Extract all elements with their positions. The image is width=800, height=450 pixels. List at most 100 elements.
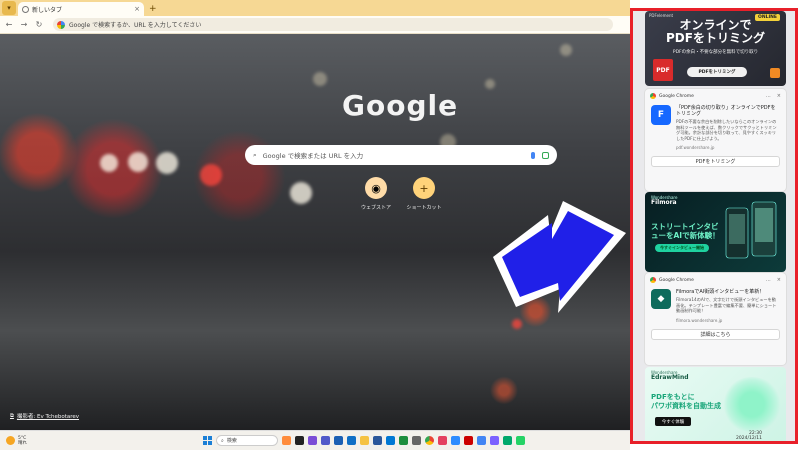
app-icon[interactable] bbox=[503, 436, 512, 445]
screen: ▾ 新しいタブ × + ← → ↻ Google で検索するか、URL を入力し… bbox=[0, 0, 800, 450]
pdf-trim-ad-banner[interactable]: PDFelement ONLINE オンラインで PDFをトリミング PDFの余… bbox=[645, 11, 786, 86]
bokeh-light bbox=[485, 79, 495, 89]
clock-date: 2024/12/11 bbox=[736, 436, 762, 441]
bokeh-light bbox=[512, 319, 522, 329]
more-options-icon[interactable]: … bbox=[766, 93, 771, 99]
tab-bar: ▾ 新しいタブ × + bbox=[0, 0, 630, 16]
pointer-arrow bbox=[493, 201, 626, 313]
bokeh-light bbox=[100, 154, 118, 172]
bokeh-light bbox=[290, 182, 312, 204]
ad-brand: EdrawMind bbox=[651, 374, 689, 381]
new-tab-favicon-icon bbox=[22, 5, 29, 13]
search-icon: ⌕ bbox=[221, 437, 224, 444]
pdf-file-icon: PDF bbox=[653, 59, 673, 81]
app-icon[interactable] bbox=[451, 436, 460, 445]
edrawmind-ad-banner[interactable]: Wondershare EdrawMind PDFをもとに パワポ資料を自動生成… bbox=[645, 367, 786, 441]
forward-arrow-icon[interactable]: → bbox=[19, 20, 29, 29]
teams-icon[interactable] bbox=[321, 436, 330, 445]
photo-credit-text: 撮影者: Ev Tchebotarev bbox=[16, 414, 79, 420]
app-icon[interactable] bbox=[477, 436, 486, 445]
more-options-icon[interactable]: … bbox=[766, 277, 771, 283]
notification-title: 「PDF余白の切り取り」オンラインでPDFをトリミング bbox=[676, 105, 776, 117]
close-icon[interactable]: × bbox=[777, 93, 781, 99]
google-g-icon bbox=[57, 20, 65, 29]
outlook-icon[interactable] bbox=[386, 436, 395, 445]
ad-headline-line1: PDFをもとに bbox=[651, 393, 695, 401]
notification-title: FilmoraでAI街頭インタビューを革新！ bbox=[676, 289, 765, 295]
microphone-icon[interactable] bbox=[531, 151, 535, 159]
taskbar-search[interactable]: ⌕ 検索 bbox=[216, 435, 278, 446]
google-lens-icon[interactable] bbox=[542, 151, 549, 159]
ad-headline: ストリートインタビューをAIで新体験！ bbox=[651, 222, 720, 240]
ad-subtitle: PDFの余白・不要な部分を無料で切り取り bbox=[672, 50, 759, 55]
bokeh-light bbox=[128, 152, 148, 172]
new-tab-button[interactable]: + bbox=[149, 2, 157, 16]
chrome-icon bbox=[650, 277, 656, 283]
weather-widget[interactable]: 5°C 晴れ bbox=[6, 436, 27, 446]
chrome-notification-filmora[interactable]: Google Chrome … × ◆ FilmoraでAI街頭インタビューを革… bbox=[645, 273, 786, 365]
shortcut-add[interactable]: + ショートカット bbox=[402, 177, 446, 211]
app-icon[interactable] bbox=[334, 436, 343, 445]
ad-brand: PDFelement bbox=[649, 13, 674, 18]
whatsapp-icon[interactable] bbox=[516, 436, 525, 445]
back-arrow-icon[interactable]: ← bbox=[4, 20, 14, 29]
edge-icon[interactable] bbox=[347, 436, 356, 445]
phone-mockup-icon bbox=[725, 201, 777, 259]
system-clock[interactable]: 22:30 2024/12/11 bbox=[736, 431, 762, 441]
notification-action-button[interactable]: 詳細はこちら bbox=[651, 328, 780, 340]
tab-close-icon[interactable]: × bbox=[134, 5, 140, 13]
address-bar-placeholder: Google で検索するか、URL を入力してください bbox=[69, 22, 202, 29]
excel-icon[interactable] bbox=[399, 436, 408, 445]
ad-cta-button[interactable]: PDFをトリミング bbox=[687, 67, 747, 77]
bokeh-light bbox=[313, 72, 327, 86]
ad-cta-button[interactable]: 今すぐインタビュー開始 bbox=[655, 244, 709, 252]
notification-description: PDFの不要な余白を削除したいならこのオンラインの無料ツールを使えば、数クリック… bbox=[676, 119, 777, 141]
notification-source: Google Chrome bbox=[659, 93, 694, 99]
bokeh-light bbox=[200, 164, 222, 186]
filmora-ad-banner[interactable]: Wondershare Filmora ストリートインタビューをAIで新体験！ … bbox=[645, 192, 786, 272]
chrome-icon bbox=[650, 93, 656, 99]
bokeh-light bbox=[156, 152, 178, 174]
search-box[interactable]: ⌕ Google で検索または URL を入力 bbox=[245, 145, 557, 165]
pdfelement-app-icon: F bbox=[651, 105, 671, 125]
tab-search-button[interactable]: ▾ bbox=[2, 1, 16, 15]
shortcut-label: ウェブストア bbox=[360, 205, 391, 211]
browser-toolbar: ← → ↻ Google で検索するか、URL を入力してください bbox=[0, 16, 630, 34]
photo-credit-link[interactable]: ⧉ 撮影者: Ev Tchebotarev bbox=[10, 412, 79, 421]
app-icon[interactable] bbox=[464, 436, 473, 445]
google-logo: Google bbox=[342, 89, 459, 122]
tab-new-tab[interactable]: 新しいタブ × bbox=[18, 2, 144, 16]
highlighted-notification-panel: PDFelement ONLINE オンラインで PDFをトリミング PDFの余… bbox=[630, 8, 798, 444]
notification-action-button[interactable]: PDFをトリミング bbox=[651, 156, 780, 167]
notification-site: filmora.wondershare.jp bbox=[676, 317, 723, 323]
shortcut-label: ショートカット bbox=[406, 205, 442, 211]
windows-start-icon[interactable] bbox=[203, 436, 212, 445]
widget-icon[interactable] bbox=[282, 436, 291, 445]
add-shortcut-icon: + bbox=[413, 177, 435, 199]
ad-brand: Filmora bbox=[651, 199, 677, 206]
shortcut-webstore[interactable]: ◉ ウェブストア bbox=[354, 177, 398, 211]
close-icon[interactable]: × bbox=[777, 277, 781, 283]
search-placeholder: Google で検索または URL を入力 bbox=[262, 152, 364, 160]
chat-icon[interactable] bbox=[308, 436, 317, 445]
ad-headline-line2: PDFをトリミング bbox=[666, 31, 765, 45]
app-icon[interactable] bbox=[438, 436, 447, 445]
tab-title: 新しいタブ bbox=[32, 6, 63, 14]
mindmap-graphic-icon bbox=[722, 377, 782, 432]
app-icon[interactable] bbox=[412, 436, 421, 445]
chrome-notification-pdf[interactable]: Google Chrome … × F 「PDF余白の切り取り」オンラインでPD… bbox=[645, 89, 786, 191]
ad-cta-button[interactable]: 今すぐ体験 bbox=[655, 417, 691, 426]
file-explorer-icon[interactable] bbox=[360, 436, 369, 445]
sun-icon bbox=[6, 436, 15, 445]
chrome-webstore-icon: ◉ bbox=[365, 177, 387, 199]
app-icon[interactable] bbox=[490, 436, 499, 445]
search-icon: ⌕ bbox=[253, 150, 257, 159]
task-view-icon[interactable] bbox=[295, 436, 304, 445]
address-bar[interactable]: Google で検索するか、URL を入力してください bbox=[53, 18, 613, 31]
notification-site: pdf.wondershare.jp bbox=[676, 145, 715, 150]
chrome-icon[interactable] bbox=[425, 436, 434, 445]
reload-icon[interactable]: ↻ bbox=[34, 20, 44, 29]
store-icon[interactable] bbox=[373, 436, 382, 445]
ad-headline-line2: パワポ資料を自動生成 bbox=[651, 401, 721, 410]
taskbar: 5°C 晴れ ⌕ 検索 bbox=[0, 430, 630, 450]
